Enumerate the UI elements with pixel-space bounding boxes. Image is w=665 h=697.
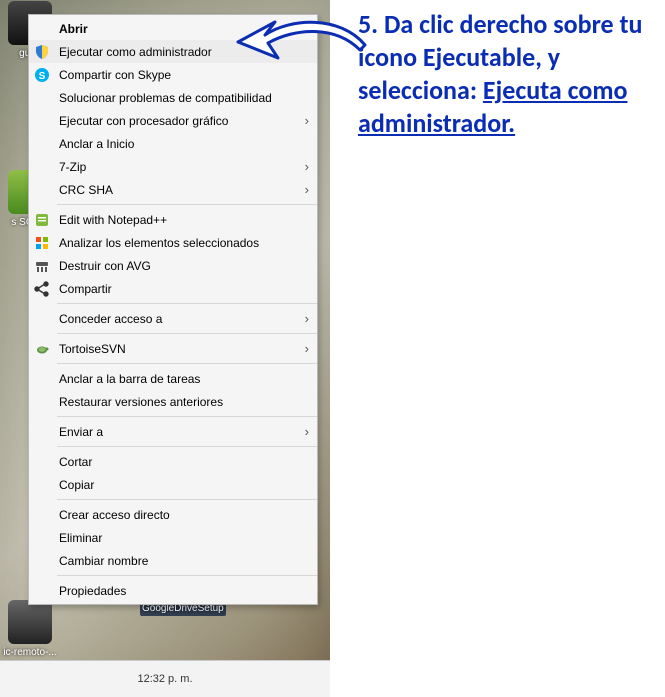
menu-item-crc-sha[interactable]: CRC SHA › [29, 178, 317, 201]
menu-item-run-as-admin[interactable]: Ejecutar como administrador [29, 40, 317, 63]
menu-separator [57, 204, 317, 205]
menu-item-shred-avg[interactable]: Destruir con AVG [29, 254, 317, 277]
menu-item-label: Edit with Notepad++ [59, 213, 309, 227]
chevron-right-icon: › [295, 311, 309, 326]
menu-separator [57, 363, 317, 364]
chevron-right-icon: › [295, 341, 309, 356]
menu-separator [57, 333, 317, 334]
menu-item-label: Analizar los elementos seleccionados [59, 236, 309, 250]
menu-item-restore-versions[interactable]: Restaurar versiones anteriores [29, 390, 317, 413]
instruction-text: 5. Da clic derecho sobre tu icono Ejecut… [358, 8, 657, 140]
menu-item-share-skype[interactable]: S Compartir con Skype [29, 63, 317, 86]
menu-separator [57, 499, 317, 500]
taskbar-clock: 12:32 p. m. [137, 673, 192, 685]
chevron-right-icon: › [295, 424, 309, 439]
chevron-right-icon: › [295, 113, 309, 128]
menu-item-label: Conceder acceso a [59, 312, 295, 326]
windows-security-icon [33, 234, 51, 252]
menu-item-run-with-gpu[interactable]: Ejecutar con procesador gráfico › [29, 109, 317, 132]
menu-separator [57, 446, 317, 447]
menu-item-label: Propiedades [59, 584, 309, 598]
menu-item-label: Abrir [59, 22, 309, 36]
menu-item-scan-selection[interactable]: Analizar los elementos seleccionados [29, 231, 317, 254]
menu-item-create-shortcut[interactable]: Crear acceso directo [29, 503, 317, 526]
menu-item-label: CRC SHA [59, 183, 295, 197]
notepadpp-icon [33, 211, 51, 229]
taskbar[interactable]: 12:32 p. m. [0, 660, 330, 697]
menu-item-label: Copiar [59, 478, 309, 492]
menu-item-rename[interactable]: Cambiar nombre [29, 549, 317, 572]
menu-item-label: Enviar a [59, 425, 295, 439]
menu-separator [57, 416, 317, 417]
menu-separator [57, 575, 317, 576]
menu-item-send-to[interactable]: Enviar a › [29, 420, 317, 443]
menu-item-label: Anclar a la barra de tareas [59, 372, 309, 386]
menu-item-label: Compartir con Skype [59, 68, 309, 82]
menu-item-pin-taskbar[interactable]: Anclar a la barra de tareas [29, 367, 317, 390]
menu-item-label: Anclar a Inicio [59, 137, 309, 151]
tortoisesvn-icon [33, 340, 51, 358]
desktop-background: gutty s SGA... ic-remoto-... GoogleDrive… [0, 0, 330, 697]
menu-item-pin-to-start[interactable]: Anclar a Inicio [29, 132, 317, 155]
menu-item-label: 7-Zip [59, 160, 295, 174]
share-icon [33, 280, 51, 298]
svg-text:S: S [39, 71, 46, 82]
menu-item-label: Crear acceso directo [59, 508, 309, 522]
menu-item-tortoisesvn[interactable]: TortoiseSVN › [29, 337, 317, 360]
desktop-icon-label: ic-remoto-... [0, 647, 60, 658]
shield-icon [33, 43, 51, 61]
menu-item-label: Solucionar problemas de compatibilidad [59, 91, 309, 105]
chevron-right-icon: › [295, 182, 309, 197]
menu-item-copy[interactable]: Copiar [29, 473, 317, 496]
menu-item-7zip[interactable]: 7-Zip › [29, 155, 317, 178]
context-menu: Abrir Ejecutar como administrador S Comp… [28, 14, 318, 605]
menu-item-label: Ejecutar con procesador gráfico [59, 114, 295, 128]
menu-item-cut[interactable]: Cortar [29, 450, 317, 473]
shredder-icon [33, 257, 51, 275]
menu-item-label: Eliminar [59, 531, 309, 545]
menu-item-label: Cortar [59, 455, 309, 469]
chevron-right-icon: › [295, 159, 309, 174]
menu-item-label: Ejecutar como administrador [59, 45, 309, 59]
menu-item-open[interactable]: Abrir [29, 17, 317, 40]
menu-item-properties[interactable]: Propiedades [29, 579, 317, 602]
menu-item-share[interactable]: Compartir [29, 277, 317, 300]
menu-item-label: Compartir [59, 282, 309, 296]
menu-item-troubleshoot-compat[interactable]: Solucionar problemas de compatibilidad [29, 86, 317, 109]
menu-item-delete[interactable]: Eliminar [29, 526, 317, 549]
menu-item-label: Destruir con AVG [59, 259, 309, 273]
menu-item-label: Restaurar versiones anteriores [59, 395, 309, 409]
menu-separator [57, 303, 317, 304]
menu-item-give-access[interactable]: Conceder acceso a › [29, 307, 317, 330]
desktop-icon[interactable]: ic-remoto-... [0, 600, 60, 658]
skype-icon: S [33, 66, 51, 84]
menu-item-edit-notepadpp[interactable]: Edit with Notepad++ [29, 208, 317, 231]
menu-item-label: TortoiseSVN [59, 342, 295, 356]
menu-item-label: Cambiar nombre [59, 554, 309, 568]
